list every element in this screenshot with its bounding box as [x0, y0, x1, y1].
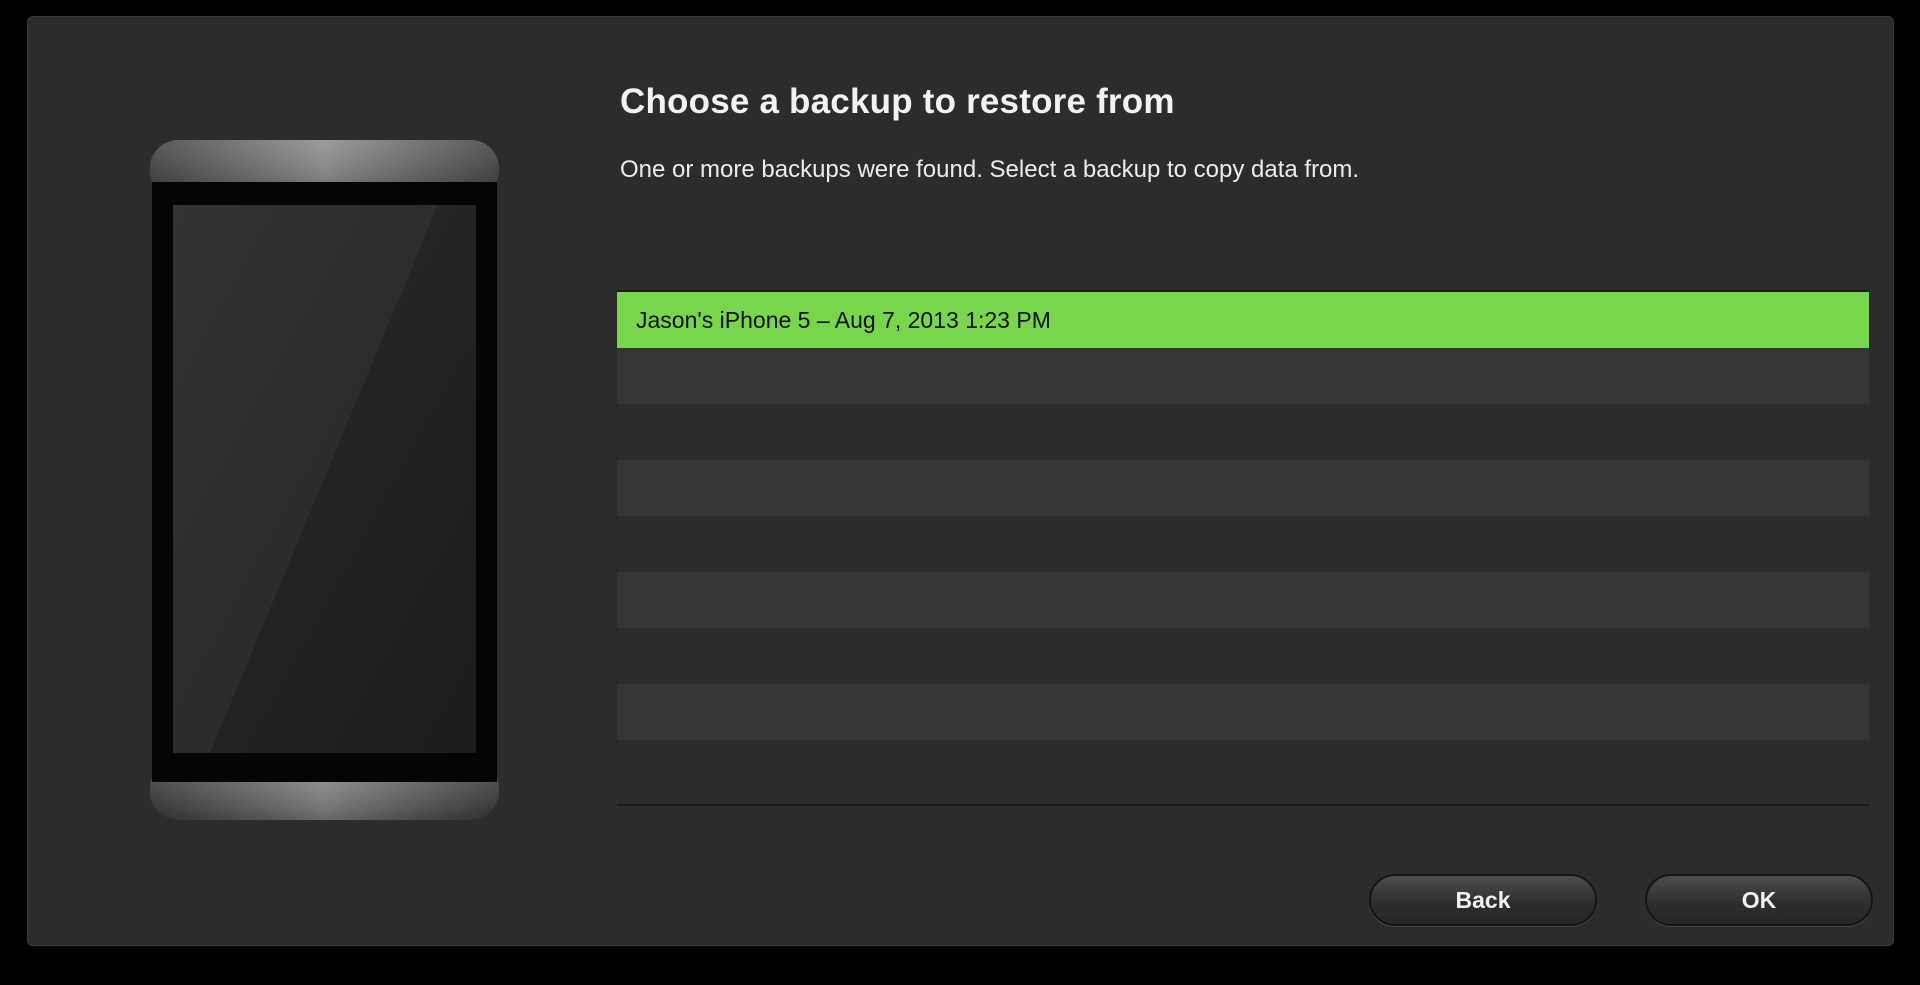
empty-row	[617, 460, 1869, 516]
dialog-title: Choose a backup to restore from	[620, 82, 1175, 121]
empty-row	[617, 572, 1869, 628]
empty-row	[617, 516, 1869, 572]
empty-row	[617, 684, 1869, 740]
restore-dialog: Choose a backup to restore from One or m…	[27, 16, 1894, 946]
back-button[interactable]: Back	[1369, 874, 1597, 926]
backup-row[interactable]: Jason's iPhone 5 – Aug 7, 2013 1:23 PM	[617, 292, 1869, 348]
backup-list[interactable]: Jason's iPhone 5 – Aug 7, 2013 1:23 PM	[617, 290, 1869, 806]
empty-row	[617, 740, 1869, 796]
dialog-subtitle: One or more backups were found. Select a…	[620, 156, 1360, 183]
empty-row	[617, 348, 1869, 404]
ok-button[interactable]: OK	[1645, 874, 1873, 926]
empty-row	[617, 628, 1869, 684]
phone-illustration	[150, 140, 499, 820]
empty-row	[617, 404, 1869, 460]
